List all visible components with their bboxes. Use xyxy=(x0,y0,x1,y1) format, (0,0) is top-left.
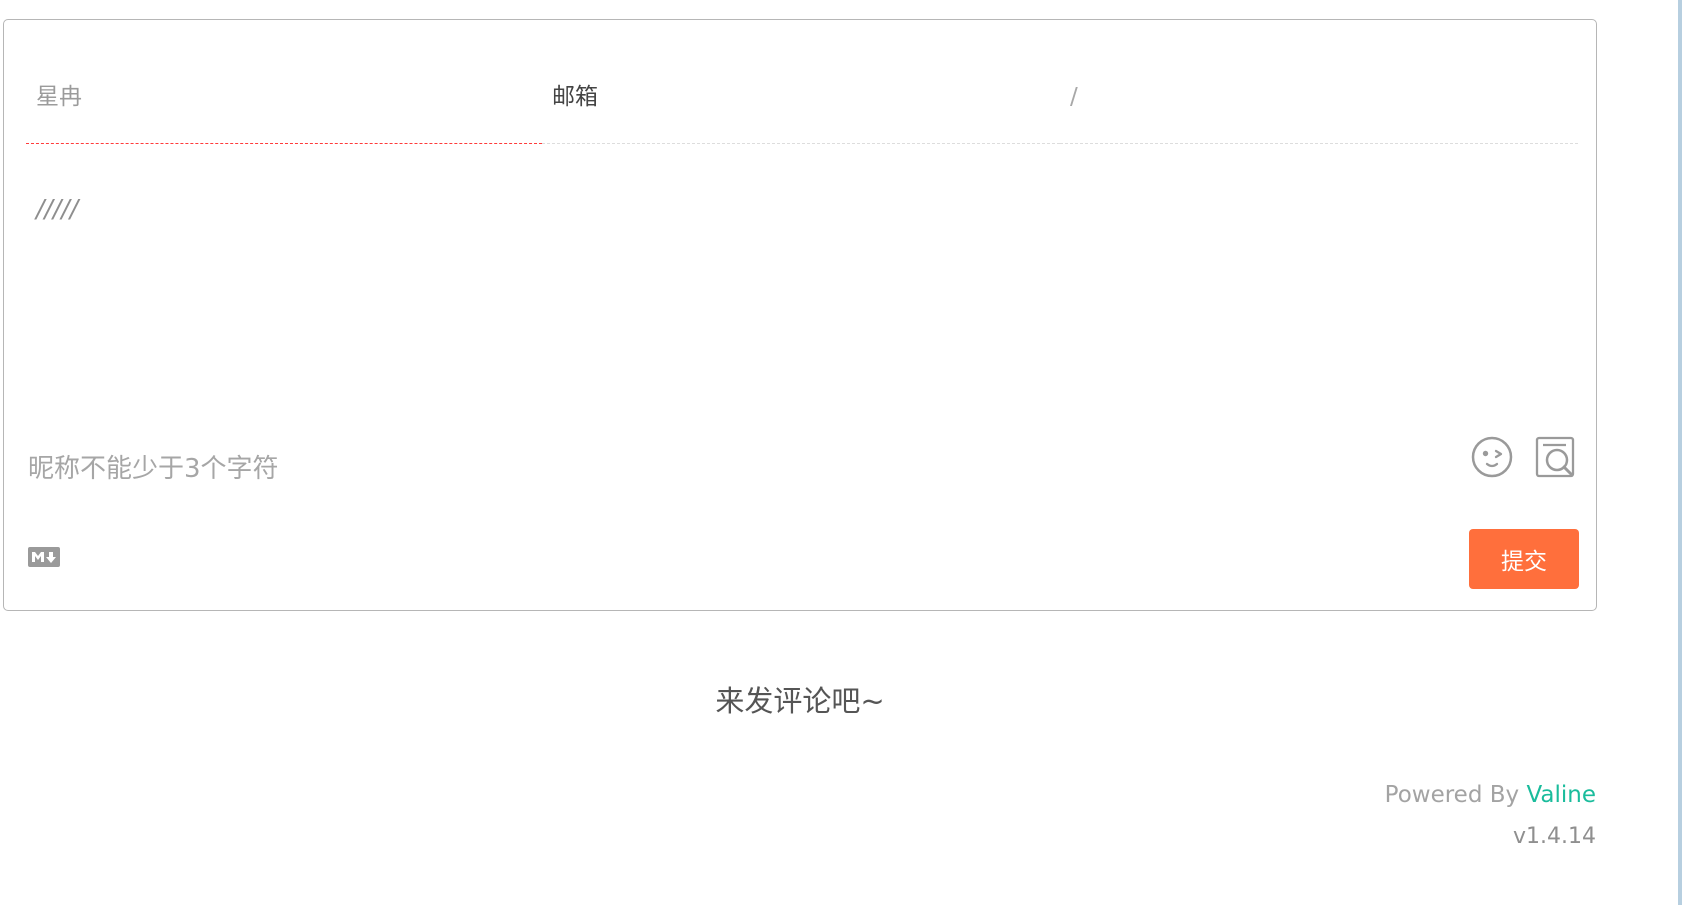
powered-by-prefix: Powered By xyxy=(1384,782,1527,808)
link-input[interactable] xyxy=(1070,84,1550,110)
scrollbar-edge[interactable] xyxy=(1678,0,1682,905)
mail-field-wrapper xyxy=(542,56,1060,144)
mail-input[interactable] xyxy=(552,84,1032,110)
powered-by: Powered By Valine xyxy=(1385,782,1596,808)
page: 昵称不能少于3个字符 提交 来发评论吧~ Powered By Valine v… xyxy=(0,0,1682,905)
comment-editor[interactable] xyxy=(26,180,1576,410)
valine-link[interactable]: Valine xyxy=(1526,782,1596,808)
empty-comments-message: 来发评论吧~ xyxy=(715,684,885,718)
preview-icon[interactable] xyxy=(1534,435,1578,479)
link-field-wrapper xyxy=(1060,56,1578,144)
version-label: v1.4.14 xyxy=(1513,824,1596,849)
comment-form: 昵称不能少于3个字符 提交 xyxy=(3,19,1597,611)
emoji-icon[interactable] xyxy=(1470,435,1514,479)
submit-button[interactable]: 提交 xyxy=(1469,529,1579,589)
comment-header-fields xyxy=(26,56,1578,146)
nick-field-wrapper xyxy=(26,56,542,144)
nick-input[interactable] xyxy=(36,84,516,110)
markdown-icon[interactable] xyxy=(28,547,60,567)
validation-message: 昵称不能少于3个字符 xyxy=(28,454,279,484)
